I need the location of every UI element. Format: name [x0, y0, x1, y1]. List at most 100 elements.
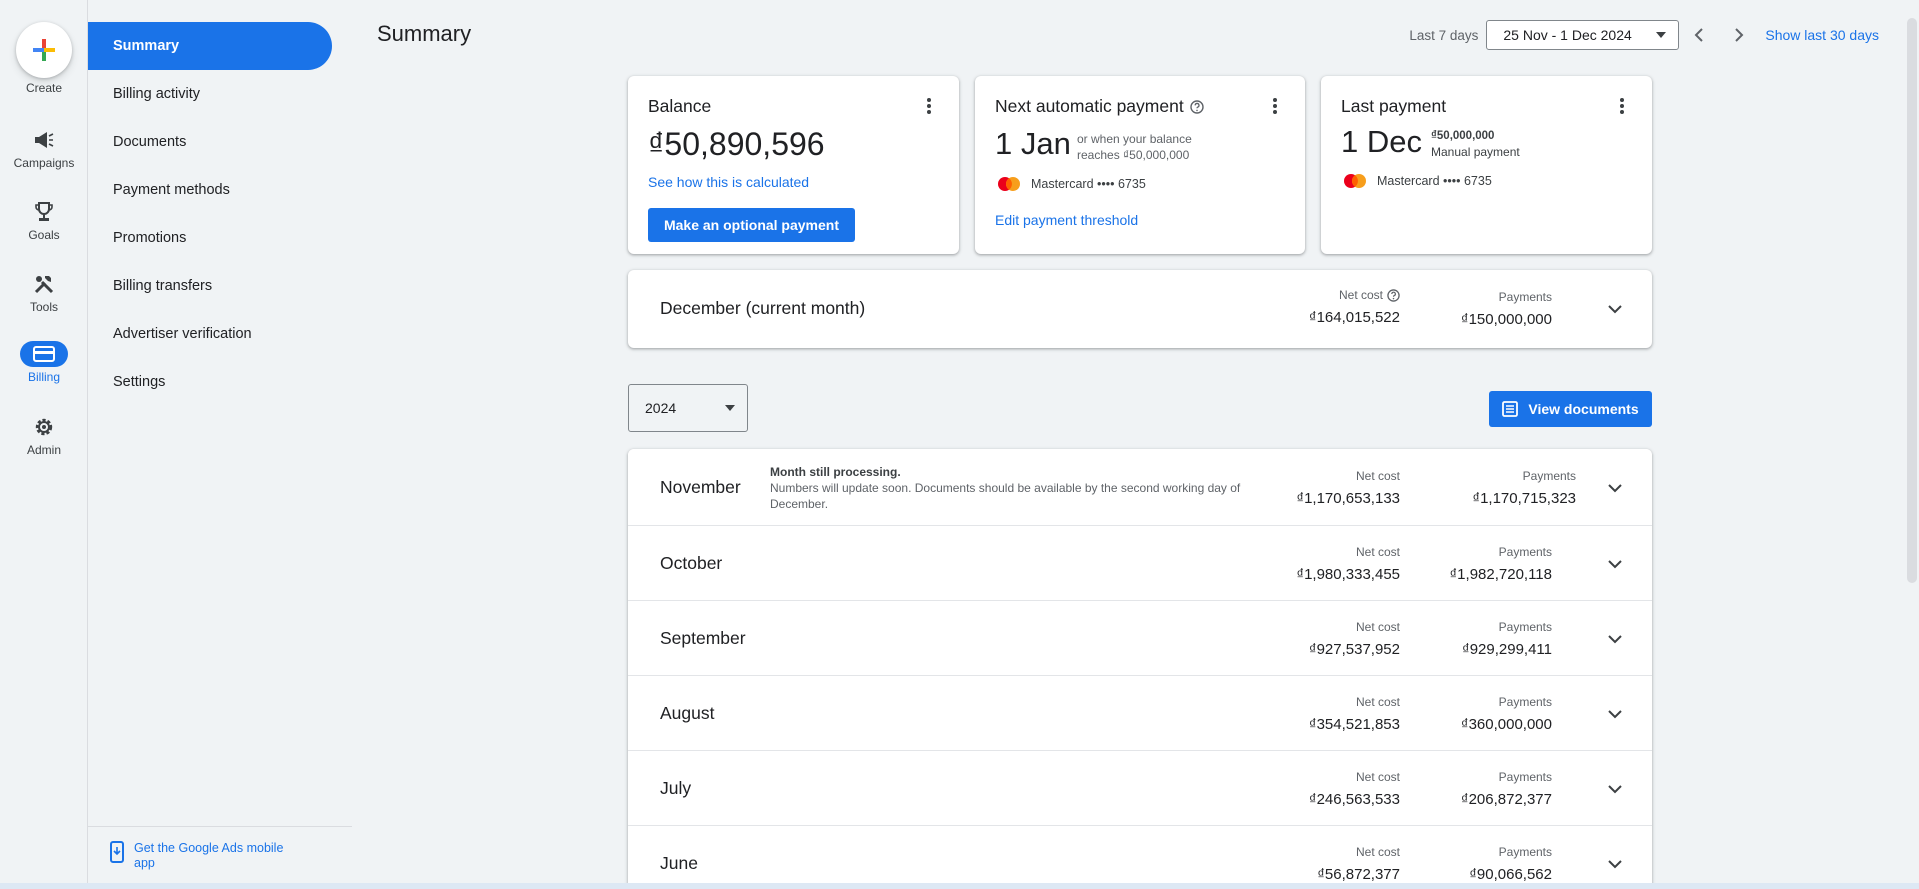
net-cost-value: ₫246,563,533 — [1308, 791, 1400, 808]
year-select[interactable]: 2024 — [628, 384, 748, 432]
rail-campaigns[interactable]: Campaigns — [0, 127, 88, 170]
processing-note-title: Month still processing. — [770, 465, 901, 479]
expand-current-month-button[interactable] — [1604, 298, 1626, 320]
show-last-30-days-link[interactable]: Show last 30 days — [1765, 27, 1879, 43]
tools-icon — [20, 271, 68, 297]
next-payment-date: 1 Jan — [995, 126, 1071, 161]
month-list: November Month still processing. Numbers… — [628, 449, 1652, 889]
rail-goals-label: Goals — [28, 228, 60, 242]
net-cost-label: Net cost — [1338, 288, 1383, 302]
subnav-billing-transfers[interactable]: Billing transfers — [88, 262, 332, 310]
mobile-app-promo[interactable]: Get the Google Ads mobile app — [88, 826, 352, 871]
expand-month-button[interactable] — [1604, 477, 1626, 499]
subnav-promotions[interactable]: Promotions — [88, 214, 332, 262]
more-vert-icon — [1620, 98, 1624, 114]
net-cost-value: ₫1,980,333,455 — [1296, 566, 1400, 583]
month-payments: Payments ₫1,982,720,118 — [1449, 545, 1552, 583]
rail-create-label: Create — [25, 81, 63, 95]
net-cost-value: ₫56,872,377 — [1317, 866, 1400, 883]
payments-value: ₫206,872,377 — [1460, 791, 1552, 808]
month-row-july[interactable]: July Net cost ₫246,563,533 Payments ₫206… — [628, 751, 1652, 826]
month-row-august[interactable]: August Net cost ₫354,521,853 Payments ₫3… — [628, 676, 1652, 751]
chevron-left-icon — [1694, 28, 1704, 42]
expand-month-button[interactable] — [1604, 628, 1626, 650]
caret-down-icon — [725, 405, 735, 411]
balance-more-button[interactable] — [917, 94, 941, 118]
balance-amount: ₫50,890,596 — [648, 126, 825, 162]
next-payment-method: Mastercard •••• 6735 — [997, 176, 1146, 192]
net-cost-label: Net cost — [1355, 845, 1400, 859]
date-range-select[interactable]: 25 Nov - 1 Dec 2024 — [1486, 20, 1680, 50]
net-cost-value: ₫354,521,853 — [1308, 716, 1400, 733]
bottom-strip — [0, 883, 1919, 889]
make-optional-payment-button[interactable]: Make an optional payment — [648, 208, 855, 242]
month-net-cost: Net cost ₫1,980,333,455 — [1296, 545, 1400, 583]
subnav-billing-activity[interactable]: Billing activity — [88, 70, 332, 118]
next-payment-title: Next automatic payment — [995, 96, 1184, 116]
balance-card: Balance ₫50,890,596 See how this is calc… — [628, 76, 959, 254]
payments-label: Payments — [1522, 469, 1576, 483]
plus-icon — [33, 39, 55, 61]
help-icon[interactable] — [1190, 99, 1204, 114]
rail-campaigns-label: Campaigns — [13, 156, 75, 170]
more-vert-icon — [927, 98, 931, 114]
last-payment-method: Mastercard •••• 6735 — [1343, 173, 1492, 189]
previous-period-button[interactable] — [1679, 20, 1719, 50]
current-month-card[interactable]: December (current month) Net cost ₫164,0… — [628, 270, 1652, 348]
rail-billing[interactable]: Billing — [0, 341, 88, 384]
month-row-november[interactable]: November Month still processing. Numbers… — [628, 449, 1652, 526]
help-icon[interactable] — [1387, 288, 1400, 302]
page-scrollbar[interactable] — [1907, 18, 1917, 583]
more-vert-icon — [1273, 98, 1277, 114]
chevron-down-icon — [1608, 560, 1622, 569]
mastercard-icon — [998, 177, 1020, 191]
document-list-icon — [1502, 401, 1519, 417]
month-row-october[interactable]: October Net cost ₫1,980,333,455 Payments… — [628, 526, 1652, 601]
next-payment-title-row: Next automatic payment — [995, 96, 1204, 117]
trophy-icon — [20, 199, 68, 225]
chevron-down-icon — [1608, 305, 1622, 314]
month-net-cost: Net cost ₫354,521,853 — [1309, 695, 1400, 733]
month-payments: Payments ₫90,066,562 — [1469, 845, 1552, 883]
subnav-advertiser-verification[interactable]: Advertiser verification — [88, 310, 332, 358]
view-documents-button[interactable]: View documents — [1489, 391, 1652, 427]
month-name: August — [660, 703, 715, 723]
last-payment-more-button[interactable] — [1610, 94, 1634, 118]
rail-tools[interactable]: Tools — [0, 271, 88, 314]
rail-admin[interactable]: Admin — [0, 414, 88, 457]
billing-subnav: Summary Billing activity Documents Payme… — [88, 0, 352, 889]
payments-label: Payments — [1498, 290, 1552, 304]
month-name: June — [660, 853, 698, 873]
expand-month-button[interactable] — [1604, 703, 1626, 725]
date-range-value: 25 Nov - 1 Dec 2024 — [1503, 27, 1632, 43]
subnav-settings[interactable]: Settings — [88, 358, 332, 406]
payments-value: ₫1,982,720,118 — [1449, 566, 1552, 583]
net-cost-value: ₫927,537,952 — [1308, 641, 1400, 658]
view-documents-label: View documents — [1528, 401, 1639, 417]
edit-payment-threshold-link[interactable]: Edit payment threshold — [995, 212, 1138, 228]
subnav-summary[interactable]: Summary — [88, 22, 332, 70]
current-month-net-cost-value: ₫164,015,522 — [1308, 309, 1400, 326]
month-row-september[interactable]: September Net cost ₫927,537,952 Payments… — [628, 601, 1652, 676]
chevron-down-icon — [1608, 710, 1622, 719]
month-net-cost: Net cost ₫246,563,533 — [1309, 770, 1400, 808]
month-payments: Payments ₫206,872,377 — [1461, 770, 1552, 808]
expand-month-button[interactable] — [1604, 553, 1626, 575]
rail-goals[interactable]: Goals — [0, 199, 88, 242]
rail-create[interactable]: Create — [0, 22, 88, 95]
next-payment-more-button[interactable] — [1263, 94, 1287, 118]
rail-billing-label: Billing — [27, 370, 60, 384]
expand-month-button[interactable] — [1604, 778, 1626, 800]
net-cost-value: ₫1,170,653,133 — [1296, 490, 1400, 507]
month-payments: Payments ₫1,170,715,323 — [1472, 469, 1576, 507]
see-how-calculated-link[interactable]: See how this is calculated — [648, 174, 809, 190]
subnav-documents[interactable]: Documents — [88, 118, 332, 166]
subnav-payment-methods[interactable]: Payment methods — [88, 166, 332, 214]
current-month-payments: Payments ₫150,000,000 — [1461, 290, 1552, 328]
expand-month-button[interactable] — [1604, 853, 1626, 875]
month-row-june[interactable]: June Net cost ₫56,872,377 Payments ₫90,0… — [628, 826, 1652, 889]
rail-admin-label: Admin — [26, 443, 61, 457]
mobile-app-link[interactable]: Get the Google Ads mobile app — [134, 841, 304, 871]
create-button[interactable] — [16, 22, 72, 78]
next-period-button[interactable] — [1719, 20, 1759, 50]
